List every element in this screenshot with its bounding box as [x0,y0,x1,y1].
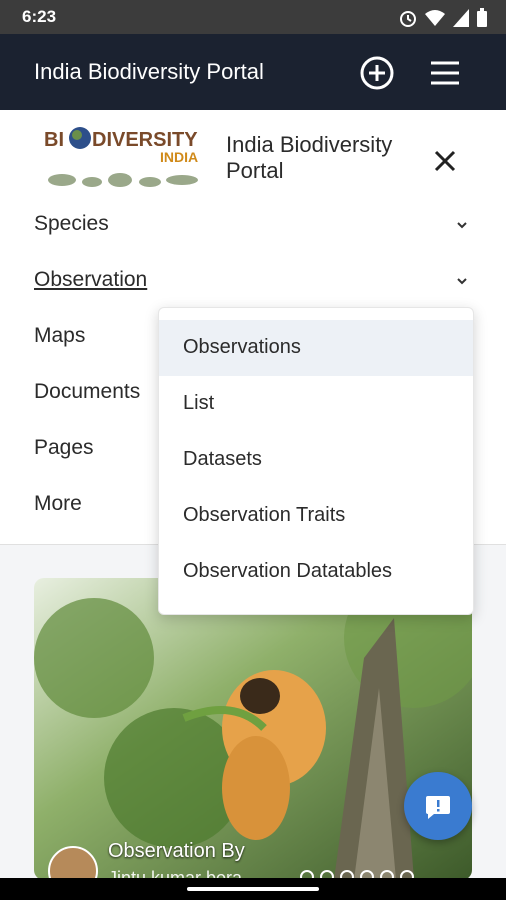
biodiversity-india-logo[interactable]: BI DIVERSITY INDIA [42,124,214,194]
alarm-icon [400,11,416,27]
app-title: India Biodiversity Portal [34,59,264,84]
status-time: 6:23 [22,7,57,26]
system-nav-bar [0,878,506,900]
dropdown-item-observations[interactable]: Observations [159,320,473,376]
nav-item-pages[interactable]: Pages [34,436,94,460]
brand-name: India Biodiversity Portal [226,132,393,183]
wifi-icon [425,10,445,26]
dropdown-item-label: Observation Datatables [183,560,393,582]
nav-item-maps[interactable]: Maps [34,324,85,348]
plus-circle-icon[interactable] [360,56,394,90]
dropdown-item-datasets[interactable]: Datasets [159,432,473,488]
dropdown-item-observation-datatables[interactable]: Observation Datatables [159,544,473,600]
dropdown-item-observation-traits[interactable]: Observation Traits [159,488,473,544]
svg-text:INDIA: INDIA [160,149,198,165]
feedback-button[interactable] [404,772,472,840]
svg-text:BI: BI [44,129,64,151]
brand-header: BI DIVERSITY INDIA India Biodiversity Po… [0,110,506,202]
battery-icon [477,8,487,27]
nav-item-species[interactable]: Species [34,212,109,236]
dropdown-item-label: List [183,392,215,414]
nav-item-documents[interactable]: Documents [34,380,140,404]
feedback-icon [426,796,450,819]
observation-caption: Observation By [108,840,245,862]
dropdown-item-list[interactable]: List [159,376,473,432]
close-icon[interactable] [430,146,460,176]
nav-item-more[interactable]: More [34,492,82,516]
nav-item-observation[interactable]: Observation [34,268,147,292]
home-handle[interactable] [187,887,319,891]
app-bar: India Biodiversity Portal [0,34,506,110]
dropdown-item-label: Observation Traits [183,504,346,526]
dropdown-item-label: Datasets [183,448,262,470]
chevron-down-icon[interactable] [455,218,469,232]
signal-icon [453,9,469,27]
hamburger-icon[interactable] [428,56,462,90]
status-icons [398,8,488,28]
chevron-down-icon[interactable] [455,274,469,288]
svg-text:DIVERSITY: DIVERSITY [92,129,198,151]
status-bar: 6:23 [0,0,506,34]
observation-dropdown: Observations List Datasets Observation T… [158,307,474,615]
dropdown-item-label: Observations [183,336,301,358]
